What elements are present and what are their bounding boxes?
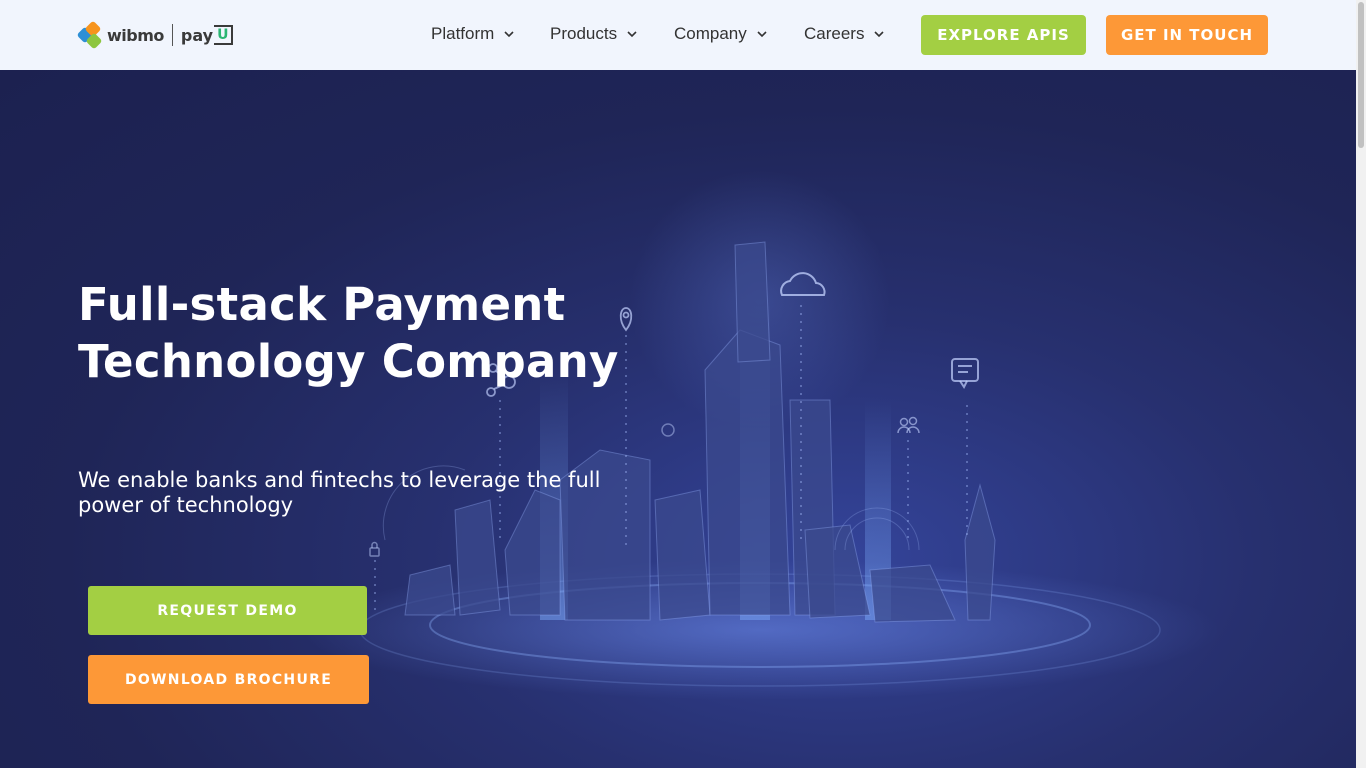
scrollbar-thumb[interactable] xyxy=(1358,2,1364,148)
request-demo-button[interactable]: REQUEST DEMO xyxy=(88,586,367,635)
get-in-touch-button[interactable]: GET IN TOUCH xyxy=(1106,15,1268,55)
chevron-down-icon xyxy=(627,28,639,40)
hero-section: Full-stack Payment Technology Company We… xyxy=(0,70,1356,768)
wibmo-logo-mark-icon xyxy=(76,20,104,50)
logo-payu-text: pay U xyxy=(181,25,234,45)
nav-item-careers[interactable]: Careers xyxy=(804,24,886,44)
download-brochure-button[interactable]: DOWNLOAD BROCHURE xyxy=(88,655,369,704)
page-scrollbar[interactable] xyxy=(1356,0,1366,768)
nav-item-label: Careers xyxy=(804,24,865,43)
logo-divider xyxy=(171,24,173,46)
chevron-down-icon xyxy=(757,28,769,40)
nav-item-label: Company xyxy=(674,24,747,43)
explore-apis-button[interactable]: EXPLORE APIS xyxy=(921,15,1086,55)
nav-item-label: Platform xyxy=(431,24,495,43)
chevron-down-icon xyxy=(504,28,516,40)
nav-item-products[interactable]: Products xyxy=(550,24,639,44)
wibmo-payu-logo[interactable]: wibmo pay U xyxy=(76,20,234,50)
site-header: wibmo pay U Platform Products Company Car… xyxy=(0,0,1356,70)
chevron-down-icon xyxy=(874,28,886,40)
nav-item-company[interactable]: Company xyxy=(674,24,769,44)
nav-item-platform[interactable]: Platform xyxy=(431,24,516,44)
hero-title: Full-stack Payment Technology Company xyxy=(78,278,619,388)
chat-icon xyxy=(951,358,979,389)
logo-wibmo-text: wibmo xyxy=(107,25,164,45)
hero-subtitle: We enable banks and fintechs to leverage… xyxy=(78,468,601,517)
users-icon xyxy=(897,416,920,434)
nav-item-label: Products xyxy=(550,24,618,43)
lock-icon xyxy=(369,541,380,557)
